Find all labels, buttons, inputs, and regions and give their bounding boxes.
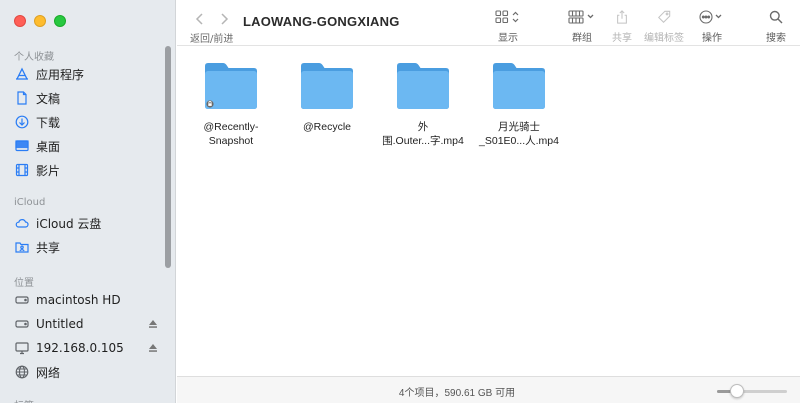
folder-icon xyxy=(301,63,353,109)
sidebar-item-label: 下载 xyxy=(36,115,61,130)
file-name: 外 围.Outer...字.mp4 xyxy=(382,121,464,147)
locations-header: 位置 xyxy=(14,278,34,289)
search-label: 搜索 xyxy=(766,33,786,44)
more-icon xyxy=(699,8,725,26)
edit-tags-label: 编辑标签 xyxy=(644,33,684,44)
window-title: LAOWANG-GONGXIANG xyxy=(243,14,400,29)
status-bar: 4个项目，590.61 GB 可用 xyxy=(177,376,800,403)
sidebar-item-label: macintosh HD xyxy=(36,293,121,307)
sidebar-item-label: iCloud 云盘 xyxy=(36,216,102,231)
folder-icon xyxy=(205,63,257,109)
file-item[interactable]: 月光骑士 _S01E0...人.mp4 xyxy=(471,60,567,148)
toolbar: 返回/前进 LAOWANG-GONGXIANG 显示 群组 共享 编辑标签 操作 xyxy=(177,0,800,46)
view-label: 显示 xyxy=(498,33,518,44)
icloud-header: iCloud xyxy=(14,197,46,208)
file-name: @Recently- Snapshot xyxy=(203,121,259,147)
sidebar-item-movies[interactable]: 影片 xyxy=(8,159,160,181)
disk-icon xyxy=(15,293,29,307)
file-grid: @Recently- Snapshot @Recycle 外 围.Outer..… xyxy=(177,46,800,376)
minimize-button[interactable] xyxy=(34,15,46,27)
sidebar-item-downloads[interactable]: 下载 xyxy=(8,111,160,133)
grid-view-icon xyxy=(495,8,521,26)
back-icon[interactable] xyxy=(195,10,205,29)
sidebar-item-label: 桌面 xyxy=(36,139,61,154)
sidebar-item-documents[interactable]: 文稿 xyxy=(8,87,160,109)
eject-icon[interactable] xyxy=(148,318,158,328)
downloads-icon xyxy=(15,115,29,129)
movies-icon xyxy=(15,163,29,177)
tags-header: 标签 xyxy=(0,397,176,403)
shared-folder-icon xyxy=(15,240,29,254)
eject-icon[interactable] xyxy=(148,342,158,352)
sidebar-item-network[interactable]: 网络 xyxy=(8,361,160,383)
file-name: 月光骑士 _S01E0...人.mp4 xyxy=(479,121,559,147)
nav-label: 返回/前进 xyxy=(190,34,234,45)
action-button[interactable]: 操作 xyxy=(699,8,725,44)
forward-icon[interactable] xyxy=(219,10,229,29)
view-button[interactable]: 显示 xyxy=(495,8,521,44)
share-label: 共享 xyxy=(612,33,632,44)
sidebar-item-desktop[interactable]: 桌面 xyxy=(8,135,160,157)
desktop-icon xyxy=(15,139,29,153)
folder-icon xyxy=(493,63,545,109)
file-item[interactable]: @Recycle xyxy=(279,60,375,134)
zoom-button[interactable] xyxy=(54,15,66,27)
document-icon xyxy=(15,91,29,105)
tag-icon xyxy=(656,8,672,26)
sidebar-item-label: 影片 xyxy=(36,163,61,178)
file-item[interactable]: @Recently- Snapshot xyxy=(183,60,279,148)
nav-arrows xyxy=(195,10,229,29)
search-button[interactable]: 搜索 xyxy=(766,8,786,44)
applications-icon xyxy=(15,67,29,81)
status-text: 4个项目，590.61 GB 可用 xyxy=(398,388,516,399)
sidebar: 个人收藏 应用程序 文稿 下载 桌面 影片 iCloud iCloud 云盘 共… xyxy=(0,0,176,403)
share-button[interactable]: 共享 xyxy=(612,8,632,44)
sidebar-item-network-share[interactable]: 192.168.0.105 xyxy=(8,337,160,359)
edit-tags-button[interactable]: 编辑标签 xyxy=(644,8,684,44)
file-name: @Recycle xyxy=(302,121,351,133)
group-button[interactable]: 群组 xyxy=(568,8,596,44)
window-controls xyxy=(14,15,66,27)
icon-size-slider[interactable] xyxy=(717,384,787,398)
network-icon xyxy=(15,365,29,379)
sidebar-item-icloud-drive[interactable]: iCloud 云盘 xyxy=(8,212,160,234)
icloud-icon xyxy=(15,216,29,230)
sidebar-item-label: 应用程序 xyxy=(36,67,85,82)
sidebar-item-applications[interactable]: 应用程序 xyxy=(8,63,160,85)
group-icon xyxy=(568,8,596,26)
sidebar-scrollbar[interactable] xyxy=(165,46,171,268)
disk-icon xyxy=(15,317,29,331)
sidebar-item-label: 192.168.0.105 xyxy=(36,341,124,355)
display-icon xyxy=(15,341,29,355)
sidebar-item-label: Untitled xyxy=(36,317,84,331)
slider-knob[interactable] xyxy=(729,384,744,398)
close-button[interactable] xyxy=(14,15,26,27)
sidebar-item-label: 网络 xyxy=(36,365,61,380)
sidebar-item-macintosh-hd[interactable]: macintosh HD xyxy=(8,289,160,311)
sidebar-item-untitled[interactable]: Untitled xyxy=(8,313,160,335)
folder-icon xyxy=(397,63,449,109)
sidebar-item-shared[interactable]: 共享 xyxy=(8,236,160,258)
sidebar-item-label: 文稿 xyxy=(36,91,61,106)
favorites-header: 个人收藏 xyxy=(14,52,54,63)
sidebar-item-label: 共享 xyxy=(36,240,61,255)
group-label: 群组 xyxy=(572,33,592,44)
file-item[interactable]: 外 围.Outer...字.mp4 xyxy=(375,60,471,148)
search-icon xyxy=(769,8,783,26)
share-icon xyxy=(615,8,629,26)
action-label: 操作 xyxy=(702,33,722,44)
